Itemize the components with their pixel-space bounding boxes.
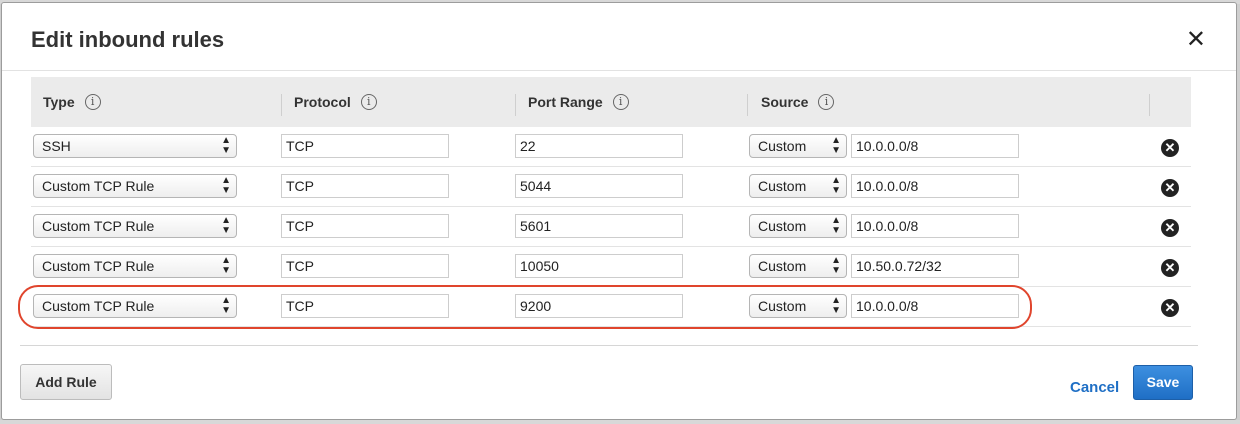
source-mode-value: Custom <box>758 218 807 234</box>
column-header-type: Type i <box>43 77 101 127</box>
chevron-updown-icon: ▲ ▼ <box>831 255 841 276</box>
table-row: Custom TCP Rule ▲ ▼ TCP 5601 Custom ▲ ▼ 10… <box>31 207 1191 247</box>
column-header-label: Port Range <box>528 94 603 110</box>
info-icon[interactable]: i <box>818 94 835 110</box>
port-range-input[interactable]: 5044 <box>515 174 683 198</box>
protocol-field[interactable]: TCP <box>281 134 449 158</box>
column-divider <box>747 94 748 116</box>
table-header: Type i Protocol i Port Range i Source i <box>31 77 1191 127</box>
type-select-value: Custom TCP Rule <box>42 218 155 234</box>
port-range-input[interactable]: 22 <box>515 134 683 158</box>
chevron-updown-icon: ▲ ▼ <box>831 215 841 236</box>
type-select-value: Custom TCP Rule <box>42 258 155 274</box>
remove-rule-icon[interactable]: ✕ <box>1161 179 1179 197</box>
type-select[interactable]: Custom TCP Rule ▲ ▼ <box>33 254 237 278</box>
source-mode-select[interactable]: Custom ▲ ▼ <box>749 134 847 158</box>
footer-divider <box>20 345 1198 346</box>
remove-rule-icon[interactable]: ✕ <box>1161 219 1179 237</box>
table-row: Custom TCP Rule ▲ ▼ TCP 10050 Custom ▲ ▼ 1… <box>31 247 1191 287</box>
source-mode-value: Custom <box>758 258 807 274</box>
source-input[interactable]: 10.0.0.0/8 <box>851 214 1019 238</box>
source-input[interactable]: 10.0.0.0/8 <box>851 174 1019 198</box>
column-header-label: Source <box>761 94 809 110</box>
source-mode-value: Custom <box>758 178 807 194</box>
chevron-updown-icon: ▲ ▼ <box>831 135 841 156</box>
port-range-input[interactable]: 5601 <box>515 214 683 238</box>
source-input[interactable]: 10.0.0.0/8 <box>851 134 1019 158</box>
close-icon[interactable]: ✕ <box>1186 28 1206 52</box>
background-strip-bottom <box>0 420 1240 424</box>
column-header-label: Protocol <box>294 94 351 110</box>
column-divider <box>1149 94 1150 116</box>
table-row: Custom TCP Rule ▲ ▼ TCP 5044 Custom ▲ ▼ 10… <box>31 167 1191 207</box>
source-mode-select[interactable]: Custom ▲ ▼ <box>749 174 847 198</box>
edit-inbound-rules-dialog: Edit inbound rules ✕ Type i Protocol i P… <box>1 2 1237 420</box>
info-icon[interactable]: i <box>84 94 101 110</box>
column-header-port-range: Port Range i <box>528 77 629 127</box>
port-range-input[interactable]: 10050 <box>515 254 683 278</box>
info-icon[interactable]: i <box>360 94 377 110</box>
type-select-value: Custom TCP Rule <box>42 178 155 194</box>
source-mode-select[interactable]: Custom ▲ ▼ <box>749 254 847 278</box>
source-mode-select[interactable]: Custom ▲ ▼ <box>749 214 847 238</box>
column-header-protocol: Protocol i <box>294 77 377 127</box>
column-header-source: Source i <box>761 77 835 127</box>
dialog-title: Edit inbound rules <box>31 27 225 52</box>
chevron-updown-icon: ▲ ▼ <box>221 255 231 276</box>
remove-rule-icon[interactable]: ✕ <box>1161 259 1179 277</box>
add-rule-button[interactable]: Add Rule <box>20 364 112 400</box>
cancel-button[interactable]: Cancel <box>1070 379 1119 396</box>
protocol-field[interactable]: TCP <box>281 214 449 238</box>
column-header-label: Type <box>43 94 75 110</box>
highlight-outline <box>18 285 1032 329</box>
type-select[interactable]: Custom TCP Rule ▲ ▼ <box>33 174 237 198</box>
dialog-header: Edit inbound rules ✕ <box>2 3 1236 71</box>
chevron-updown-icon: ▲ ▼ <box>221 175 231 196</box>
chevron-updown-icon: ▲ ▼ <box>221 215 231 236</box>
protocol-field[interactable]: TCP <box>281 174 449 198</box>
source-input[interactable]: 10.50.0.72/32 <box>851 254 1019 278</box>
chevron-updown-icon: ▲ ▼ <box>831 175 841 196</box>
type-select[interactable]: Custom TCP Rule ▲ ▼ <box>33 214 237 238</box>
source-mode-value: Custom <box>758 138 807 154</box>
protocol-field[interactable]: TCP <box>281 254 449 278</box>
column-divider <box>281 94 282 116</box>
table-row: SSH ▲ ▼ TCP 22 Custom ▲ ▼ 10.0.0.0/8 ✕ <box>31 127 1191 167</box>
column-divider <box>515 94 516 116</box>
remove-rule-icon[interactable]: ✕ <box>1161 299 1179 317</box>
save-button[interactable]: Save <box>1133 365 1193 400</box>
remove-rule-icon[interactable]: ✕ <box>1161 139 1179 157</box>
type-select[interactable]: SSH ▲ ▼ <box>33 134 237 158</box>
type-select-value: SSH <box>42 138 71 154</box>
chevron-updown-icon: ▲ ▼ <box>221 135 231 156</box>
info-icon[interactable]: i <box>612 94 629 110</box>
